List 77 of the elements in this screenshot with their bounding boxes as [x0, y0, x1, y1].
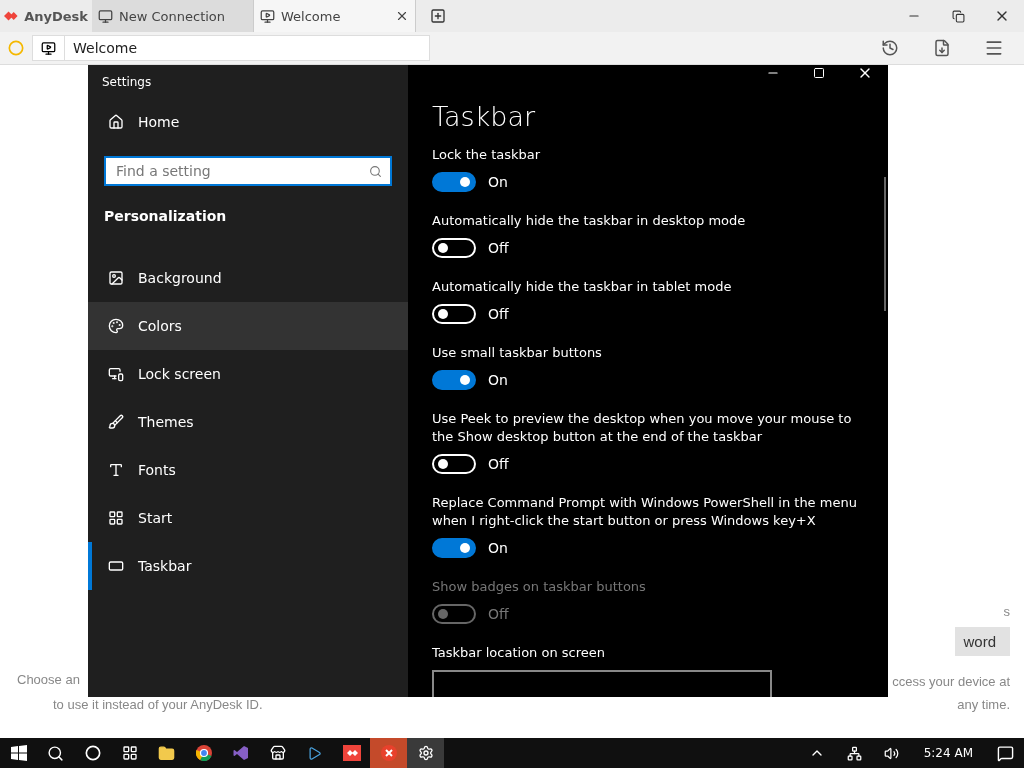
option-label: Use Peek to preview the desktop when you move your mouse to the Show desktop button at the end of the taskbar — [432, 410, 853, 446]
font-icon — [108, 462, 124, 478]
window-title: Settings — [101, 74, 153, 91]
dropdown-field[interactable] — [432, 670, 772, 697]
grid-icon — [108, 510, 124, 526]
maximize-icon[interactable] — [813, 67, 825, 79]
remote-icon — [260, 8, 275, 24]
toggle-state: On — [488, 174, 508, 190]
page-title: Taskbar — [432, 101, 537, 132]
clock[interactable]: 5:24 AM — [909, 746, 987, 760]
toggle-switch[interactable] — [432, 172, 476, 192]
windows-icon[interactable] — [10, 745, 27, 761]
monitor-icon — [108, 366, 124, 382]
app-icon[interactable] — [342, 745, 361, 761]
notification-icon[interactable] — [997, 744, 1014, 762]
toggle-state: Off — [488, 240, 509, 256]
remote-icon — [41, 40, 56, 56]
password-button[interactable]: word — [955, 627, 1010, 656]
close-icon[interactable] — [395, 9, 409, 23]
nav-item[interactable]: Lock screen — [88, 350, 408, 398]
monitor-icon — [98, 8, 113, 24]
text-fragment: s — [1003, 604, 1010, 619]
error-icon[interactable] — [380, 745, 397, 761]
home-icon — [108, 114, 124, 130]
toggle-state: On — [488, 540, 508, 556]
status-icon — [8, 40, 24, 56]
network-icon[interactable] — [846, 745, 862, 761]
search-icon — [369, 164, 382, 178]
option-label: Automatically hide the taskbar in tablet mode — [432, 278, 733, 296]
toggle-state: Off — [488, 606, 509, 622]
toggle-switch[interactable] — [432, 538, 476, 558]
description-text: to use it instead of your AnyDesk ID. — [53, 697, 263, 712]
image-icon — [108, 270, 124, 286]
search-icon[interactable] — [47, 744, 64, 762]
option-label: Use small taskbar buttons — [432, 344, 603, 362]
search-field[interactable]: Find a setting — [104, 156, 392, 186]
menu-icon[interactable] — [984, 38, 1004, 58]
option-label: Show badges on taskbar buttons — [432, 578, 647, 596]
settings-icon[interactable] — [417, 745, 434, 761]
nav-item[interactable]: Background — [88, 254, 408, 302]
toggle-state: Off — [488, 306, 509, 322]
option-label: Automatically hide the taskbar in desktop mode — [432, 212, 747, 230]
task-view-icon[interactable] — [121, 745, 138, 761]
history-icon[interactable] — [881, 39, 899, 57]
new-tab-icon[interactable] — [430, 8, 446, 24]
nav-item[interactable]: Colors — [88, 302, 408, 350]
file-icon[interactable] — [933, 39, 951, 57]
ide-icon[interactable] — [232, 745, 249, 761]
store-icon[interactable] — [269, 745, 286, 761]
browser-icon[interactable] — [195, 745, 212, 761]
address-field[interactable]: Welcome — [32, 35, 430, 61]
nav-item[interactable]: Fonts — [88, 446, 408, 494]
restore-icon[interactable] — [951, 9, 965, 23]
toggle-state: Off — [488, 456, 509, 472]
toggle-switch[interactable] — [432, 370, 476, 390]
nav-item[interactable]: Taskbar — [88, 542, 408, 590]
volume-icon[interactable] — [883, 745, 899, 761]
home-link[interactable]: Home — [88, 98, 408, 146]
brush-icon — [108, 414, 124, 430]
palette-icon — [108, 318, 124, 334]
option-label: Taskbar location on screen — [432, 644, 606, 662]
rectangle-icon — [108, 558, 124, 574]
description-text: Choose an — [17, 672, 80, 687]
nav-item[interactable]: Themes — [88, 398, 408, 446]
toggle-state: On — [488, 372, 508, 388]
description-text: any time. — [957, 697, 1010, 712]
option-label: Replace Command Prompt with Windows PowerShell in the menu when I right-click the start button or press Windows key+X — [432, 494, 858, 530]
app-name: AnyDesk — [24, 8, 88, 24]
tab[interactable]: Welcome — [254, 0, 416, 32]
nav-item[interactable]: Start — [88, 494, 408, 542]
description-text: ccess your device at — [892, 674, 1010, 689]
media-player-icon[interactable] — [307, 745, 322, 761]
folder-icon[interactable] — [158, 744, 175, 762]
circle-icon[interactable] — [84, 745, 101, 761]
section-heading: Personalization — [103, 207, 228, 226]
option-label: Lock the taskbar — [432, 146, 542, 164]
tab[interactable]: New Connection — [92, 0, 254, 32]
